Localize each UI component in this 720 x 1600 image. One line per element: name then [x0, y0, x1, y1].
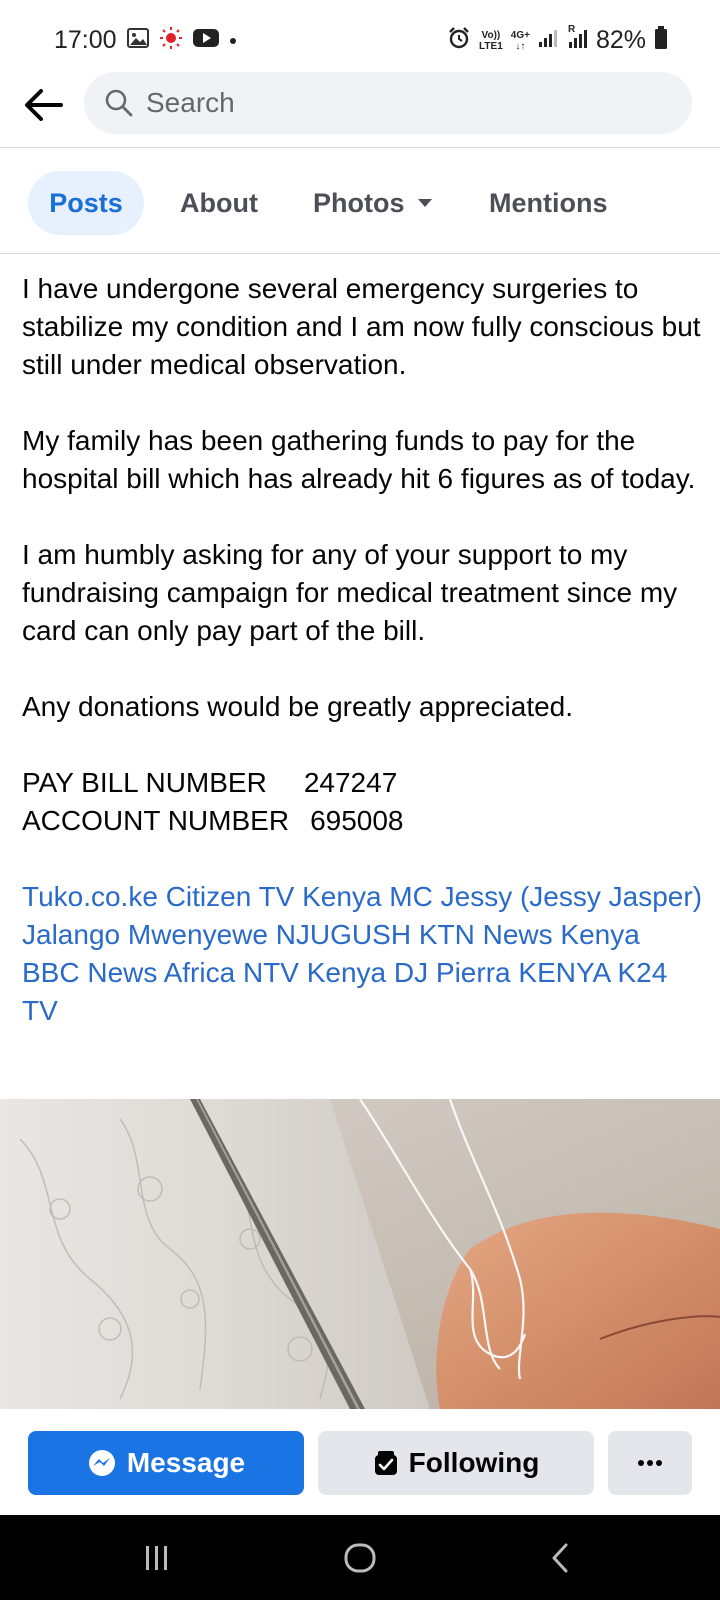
sun-icon	[159, 26, 183, 55]
search-bar[interactable]	[84, 72, 692, 134]
youtube-icon	[192, 28, 219, 53]
volte-indicator: Vo)) LTE1	[479, 30, 503, 52]
message-button-label: Message	[126, 1447, 246, 1478]
post-body: I have undergone several emergency surge…	[22, 270, 702, 1030]
pay-bill-label: PAY BILL NUMBER	[22, 767, 267, 798]
following-icon	[374, 1451, 397, 1475]
search-icon	[104, 88, 134, 118]
pay-bill-row: PAY BILL NUMBER 247247	[22, 764, 702, 802]
profile-tabs: Posts About Photos Mentions	[0, 168, 720, 254]
system-nav-bar	[0, 1515, 720, 1600]
status-right: Vo)) LTE1 4G+ ↓↑ R 82%	[447, 24, 668, 55]
messenger-icon	[88, 1450, 115, 1476]
data-arrows-icon: ↓↑	[515, 40, 526, 52]
tag-link[interactable]: BBC News Africa	[22, 957, 235, 988]
network-label: 4G+	[510, 29, 530, 41]
recents-icon	[146, 1546, 167, 1570]
tab-photos[interactable]: Photos	[313, 171, 433, 235]
battery-percent: 82%	[595, 26, 646, 54]
tag-link[interactable]: DJ Pierra	[394, 957, 511, 988]
tab-about[interactable]: About	[180, 171, 258, 235]
back-nav-button[interactable]	[530, 1535, 590, 1581]
post-paragraph: My family has been gathering funds to pa…	[22, 425, 696, 494]
account-label: ACCOUNT NUMBER	[22, 805, 290, 836]
home-icon	[344, 1543, 376, 1573]
tag-link[interactable]: NTV Kenya	[243, 957, 386, 988]
more-icon	[638, 1460, 662, 1466]
signal-icon	[538, 28, 558, 53]
post-paragraph: Any donations would be greatly appreciat…	[22, 691, 574, 722]
tag-link[interactable]: Tuko.co.ke	[22, 881, 158, 912]
tag-link[interactable]: KTN News Kenya	[419, 919, 640, 950]
tab-posts[interactable]: Posts	[28, 171, 144, 235]
pay-bill-value: 247247	[303, 767, 398, 798]
tag-link[interactable]: MC Jessy (Jessy Jasper)	[389, 881, 702, 912]
network-indicator: 4G+ ↓↑	[511, 30, 530, 52]
status-left: 17:00	[54, 26, 237, 55]
post-paragraph: I have undergone several emergency surge…	[22, 273, 701, 380]
back-arrow-icon	[25, 89, 63, 121]
post-photo[interactable]	[0, 1099, 720, 1409]
roaming-label: R	[567, 24, 576, 35]
back-nav-icon	[552, 1543, 568, 1573]
profile-action-bar: Message Following	[0, 1409, 720, 1515]
dot-icon	[229, 32, 237, 50]
status-time: 17:00	[54, 26, 117, 54]
back-button[interactable]	[18, 80, 68, 130]
tab-mentions[interactable]: Mentions	[489, 171, 608, 235]
tagged-pages: Tuko.co.ke Citizen TV Kenya MC Jessy (Je…	[22, 878, 702, 1030]
recents-button[interactable]	[127, 1535, 187, 1581]
tab-photos-label: Photos	[313, 188, 405, 218]
tag-link[interactable]: Jalango	[22, 919, 120, 950]
home-button[interactable]	[330, 1535, 390, 1581]
search-input[interactable]	[146, 87, 646, 119]
tag-link[interactable]: Mwenyewe NJUGUSH	[128, 919, 411, 950]
account-row: ACCOUNT NUMBER 695008	[22, 802, 702, 840]
gallery-icon	[126, 28, 149, 53]
battery-icon	[654, 26, 668, 55]
signal-roaming-icon: R	[566, 24, 588, 54]
post-photo-image	[0, 1099, 720, 1409]
tag-link[interactable]: Citizen TV Kenya	[166, 881, 382, 912]
alarm-icon	[447, 26, 471, 55]
message-button[interactable]: Message	[28, 1431, 304, 1495]
status-bar: 17:00 Vo)) LTE1 4G+ ↓↑ R 82%	[0, 0, 720, 80]
account-value: 695008	[310, 805, 404, 836]
page-header	[0, 70, 720, 148]
more-options-button[interactable]	[608, 1431, 692, 1495]
lte-label: LTE1	[479, 40, 503, 52]
following-button-label: Following	[408, 1447, 540, 1478]
post-paragraph: I am humbly asking for any of your suppo…	[22, 539, 678, 646]
caret-down-icon	[417, 199, 432, 207]
volte-label: Vo))	[481, 29, 501, 41]
following-button[interactable]: Following	[318, 1431, 594, 1495]
